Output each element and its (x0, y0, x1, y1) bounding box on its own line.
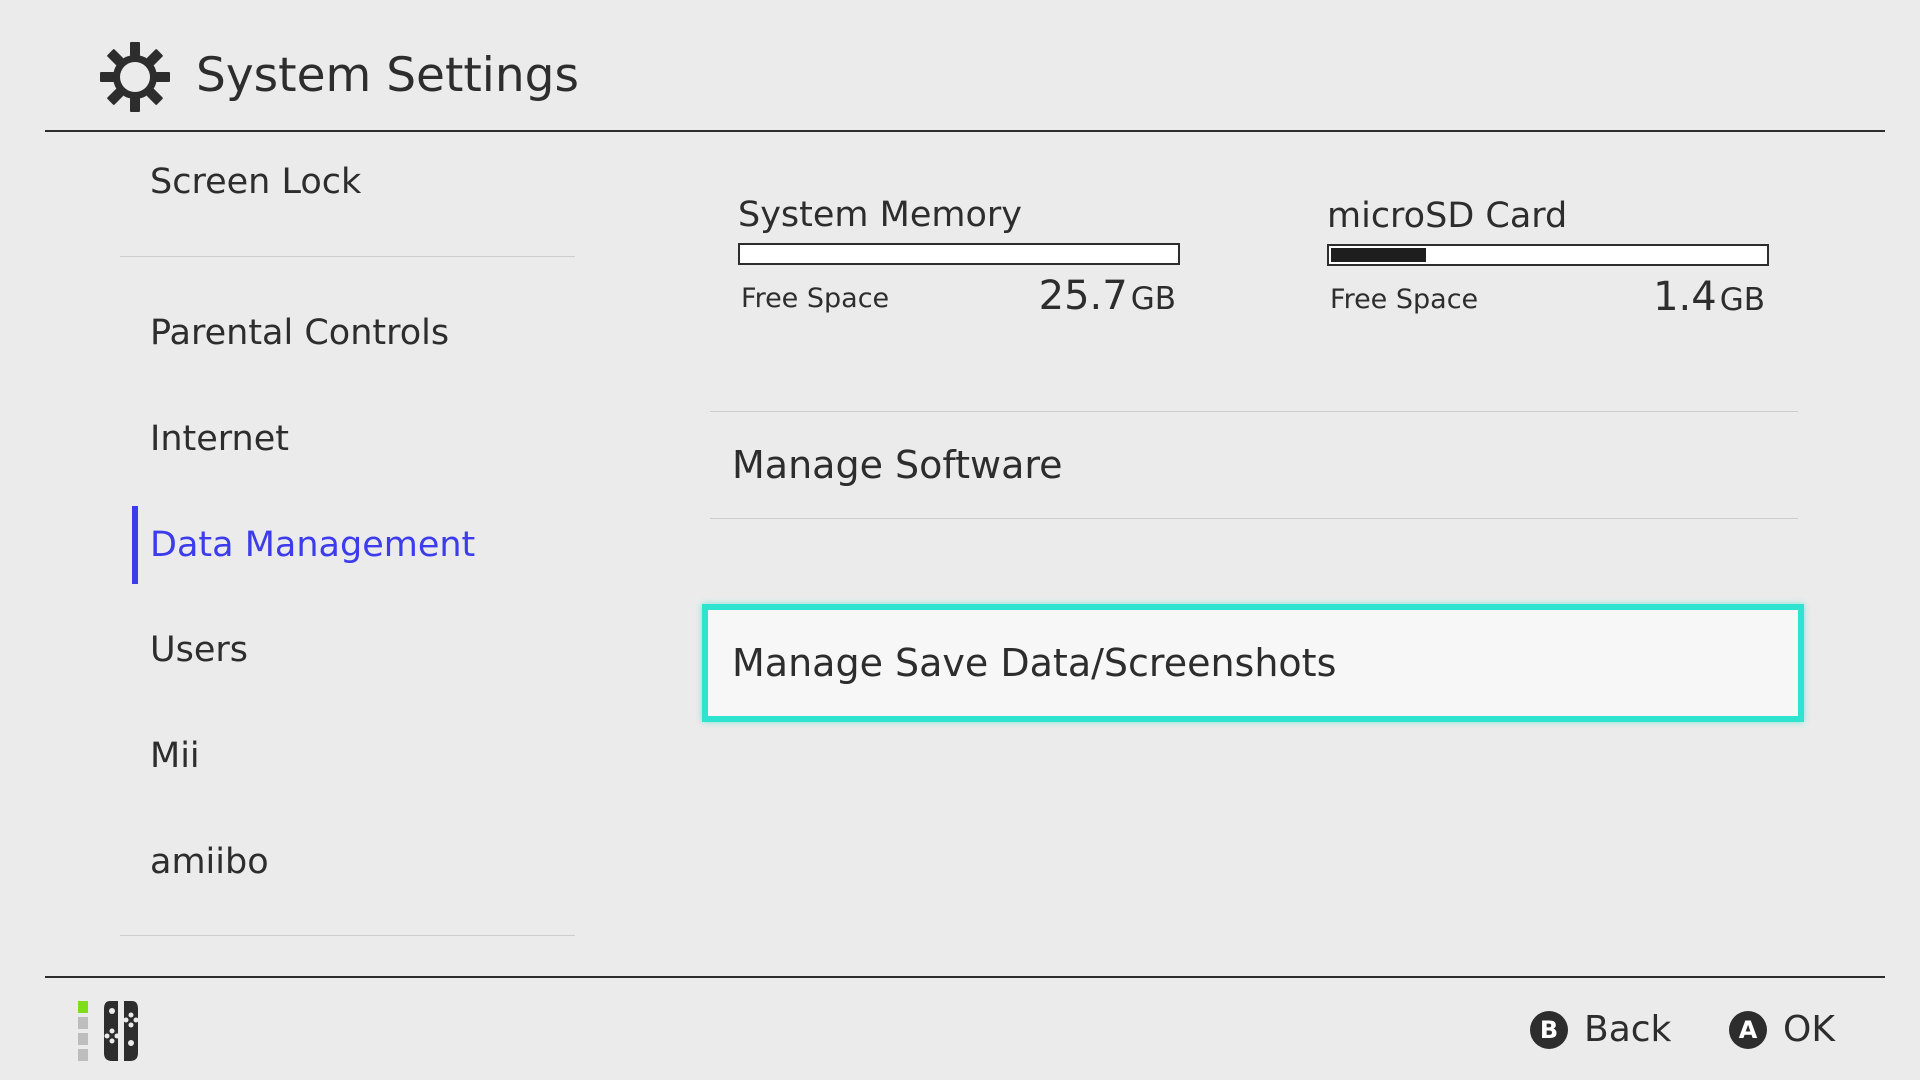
storage-usage-bar (1327, 244, 1769, 266)
free-space-number: 25.7 (1038, 273, 1128, 319)
free-space-label: Free Space (741, 283, 890, 314)
sidebar-item-label: Screen Lock (150, 162, 362, 202)
sidebar-item-label: Internet (150, 419, 289, 459)
sidebar-item-label: Users (150, 630, 249, 670)
ok-label: OK (1783, 1009, 1835, 1050)
free-space-unit: GB (1719, 282, 1765, 318)
b-button-icon: B (1530, 1011, 1568, 1049)
page-title: System Settings (196, 48, 579, 103)
sidebar-item-internet[interactable]: Internet (120, 400, 575, 478)
menu-item-label: Manage Software (732, 443, 1063, 487)
sidebar-item-users[interactable]: Users (120, 611, 575, 689)
manage-software-button[interactable]: Manage Software (710, 411, 1798, 518)
sidebar-item-parental-controls[interactable]: Parental Controls (120, 294, 575, 372)
sidebar-divider (120, 935, 575, 936)
menu-item-label: Manage Save Data/Screenshots (732, 641, 1337, 685)
free-space-value: 25.7GB (1039, 271, 1176, 329)
sidebar-item-label: Data Management (150, 525, 476, 565)
storage-name: System Memory (738, 195, 1022, 235)
ok-button[interactable]: A OK (1729, 1006, 1849, 1054)
free-space-number: 1.4 (1653, 274, 1717, 320)
selection-indicator (132, 506, 138, 584)
free-space-label: Free Space (1330, 284, 1479, 315)
content-divider (710, 518, 1798, 519)
sidebar-item-label: Mii (150, 736, 200, 776)
joycon-controller-icon (78, 1001, 139, 1061)
back-label: Back (1584, 1009, 1672, 1050)
sidebar-item-label: amiibo (150, 842, 269, 882)
back-button[interactable]: B Back (1530, 1006, 1672, 1054)
sidebar-divider (120, 256, 575, 257)
sidebar-item-amiibo[interactable]: amiibo (120, 823, 575, 901)
manage-save-data-button[interactable]: Manage Save Data/Screenshots (702, 604, 1804, 722)
sidebar-item-screen-lock[interactable]: Screen Lock (120, 143, 575, 221)
header: System Settings (0, 0, 1920, 131)
sidebar-item-label: Parental Controls (150, 313, 450, 353)
storage-usage-fill (1331, 248, 1426, 262)
sidebar-item-mii[interactable]: Mii (120, 717, 575, 795)
free-space-unit: GB (1130, 281, 1176, 317)
sidebar-item-data-management[interactable]: Data Management (120, 506, 575, 584)
sidebar: Screen Lock Parental Controls Internet D… (120, 132, 575, 977)
footer-divider (45, 976, 1885, 978)
a-button-icon: A (1729, 1011, 1767, 1049)
storage-name: microSD Card (1327, 196, 1568, 236)
storage-usage-bar (738, 243, 1180, 265)
free-space-value: 1.4GB (1653, 272, 1765, 330)
gear-icon (100, 42, 170, 112)
